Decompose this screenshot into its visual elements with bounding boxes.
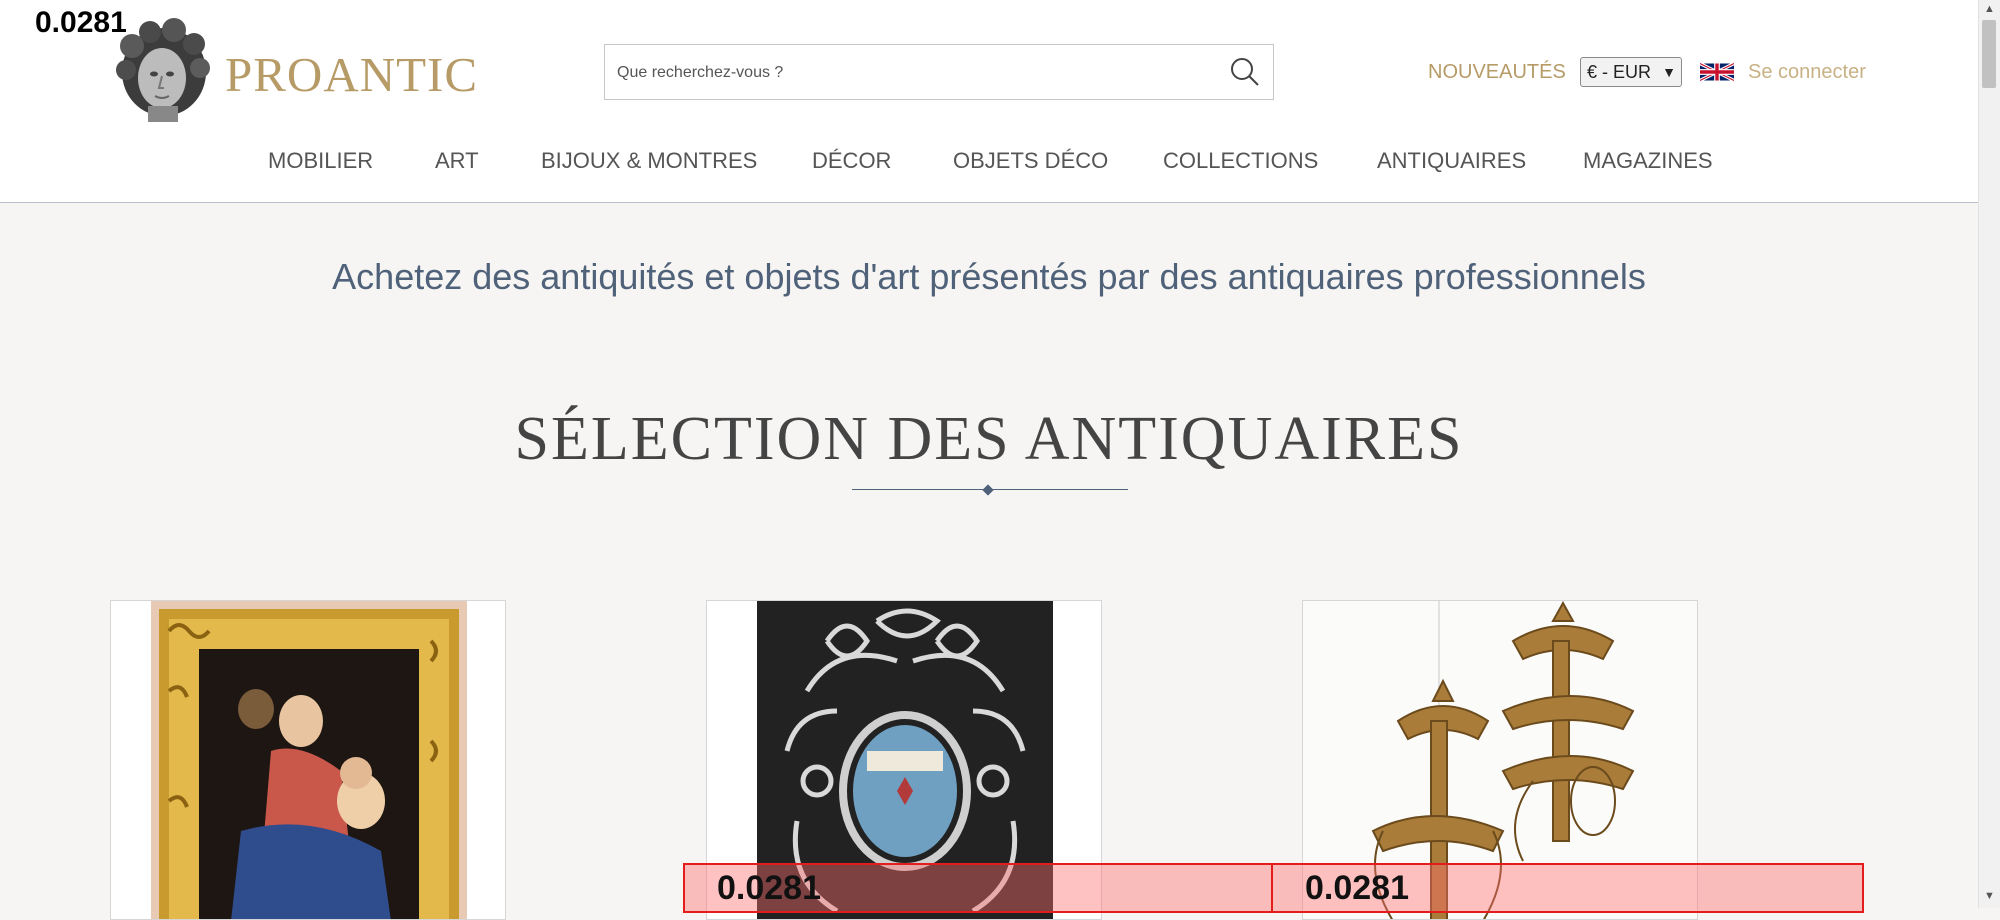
chevron-down-icon: ▼: [1662, 64, 1676, 80]
scroll-up-icon[interactable]: ▲: [1984, 3, 1995, 15]
nav-item-art[interactable]: ART: [435, 148, 479, 174]
highlight-box-2: 0.0281: [1271, 863, 1864, 913]
page-scrollbar[interactable]: ▲ ▼: [1978, 0, 2000, 908]
currency-select[interactable]: € - EUR ▼: [1580, 57, 1682, 87]
scrollbar-thumb[interactable]: [1982, 20, 1996, 88]
product-card-painting[interactable]: [110, 600, 506, 920]
brand-logo-text[interactable]: PROANTIC: [225, 46, 478, 103]
nav-item-bijoux-montres[interactable]: BIJOUX & MONTRES: [541, 148, 757, 174]
login-link[interactable]: Se connecter: [1748, 61, 1866, 84]
search-input[interactable]: [615, 55, 1199, 91]
nav-item-magazines[interactable]: MAGAZINES: [1583, 148, 1713, 174]
highlight-box-2-score: 0.0281: [1305, 869, 1409, 907]
site-header: 0.0281 PROANTIC NOUVEAUTÉS € - EUR ▼ Se …: [0, 0, 1978, 203]
nav-item-antiquaires[interactable]: ANTIQUAIRES: [1377, 148, 1526, 174]
nav-item-mobilier[interactable]: MOBILIER: [268, 148, 373, 174]
highlight-box-1-score: 0.0281: [717, 869, 821, 907]
nav-item-collections[interactable]: COLLECTIONS: [1163, 148, 1318, 174]
currency-value: € - EUR: [1587, 62, 1652, 82]
nouveautes-link[interactable]: NOUVEAUTÉS: [1428, 61, 1566, 84]
uk-flag-icon[interactable]: [1700, 59, 1734, 85]
product-image-painting[interactable]: [111, 601, 506, 920]
divider-diamond-icon: [982, 484, 994, 496]
nav-item-decor[interactable]: DÉCOR: [812, 148, 891, 174]
main-nav: MOBILIER ART BIJOUX & MONTRES DÉCOR OBJE…: [0, 148, 1978, 178]
search-bar[interactable]: [604, 44, 1274, 100]
page-tagline: Achetez des antiquités et objets d'art p…: [332, 256, 1646, 297]
nav-item-objets-deco[interactable]: OBJETS DÉCO: [953, 148, 1108, 174]
scroll-down-icon[interactable]: ▼: [1984, 890, 1995, 902]
highlight-box-1: 0.0281: [683, 863, 1273, 913]
logo-bust-icon[interactable]: [112, 18, 212, 122]
search-icon[interactable]: [1227, 55, 1261, 89]
section-title: SÉLECTION DES ANTIQUAIRES: [514, 405, 1464, 473]
